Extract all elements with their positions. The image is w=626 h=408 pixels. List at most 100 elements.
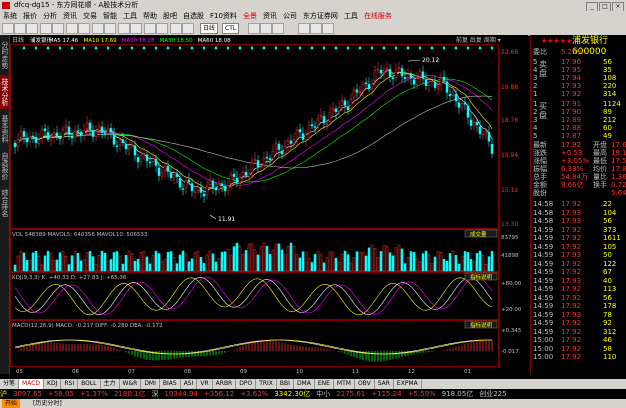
menu-item[interactable]: 工具 <box>341 11 361 21</box>
indicator-tab[interactable]: ENE <box>315 379 334 389</box>
menu-item[interactable]: 交易 <box>80 11 100 21</box>
volume-bar <box>379 251 383 272</box>
indicator-tab[interactable]: RSI <box>61 379 79 389</box>
ctl-select[interactable]: CTL <box>222 23 240 34</box>
menu-item[interactable]: 智能 <box>100 11 120 21</box>
candle-body <box>424 80 428 86</box>
menu-item[interactable]: 系统 <box>0 11 20 21</box>
indicator-tab[interactable]: VR <box>197 379 213 389</box>
menu-item[interactable]: 分析 <box>40 11 60 21</box>
period-select[interactable]: 日线 <box>200 23 219 34</box>
menu-item[interactable]: 自选股 <box>180 11 207 21</box>
left-tab[interactable]: 自选报价 <box>0 149 9 183</box>
left-tab[interactable]: 分时走势 <box>0 38 9 72</box>
indicator-tab[interactable]: DMA <box>294 379 315 389</box>
indicator-tab[interactable]: MACD <box>19 379 45 389</box>
alert-icon[interactable] <box>182 23 194 34</box>
indicator-tab[interactable]: TRIX <box>256 379 277 389</box>
menu-item[interactable]: 东方证券网 <box>300 11 341 21</box>
indicator-tab[interactable]: KDJ <box>44 379 62 389</box>
volume-bar <box>178 254 182 272</box>
forward-icon[interactable] <box>14 23 26 34</box>
indicator-tab[interactable]: MTM <box>334 379 355 389</box>
candle-body <box>253 159 257 161</box>
menu-item[interactable]: 公司 <box>280 11 300 21</box>
volume-bar <box>376 257 380 272</box>
layout-icon[interactable] <box>248 23 260 34</box>
indicator-tab[interactable]: SAR <box>375 379 394 389</box>
tick-row-cell: 46 <box>603 336 612 344</box>
settings-icon[interactable] <box>156 23 168 34</box>
stat-row: 涨幅 +3.05%最低 17.52 <box>531 157 626 165</box>
info-icon[interactable] <box>170 23 182 34</box>
draw-line-icon[interactable] <box>92 23 104 34</box>
chart-header-right[interactable]: 前复 后复 周期 ▾ <box>456 36 501 44</box>
market-status-bar: 沪 3097.65 +58.05 +1.37% 2180.1亿深 10344.94 +356… <box>0 389 626 399</box>
print-icon[interactable] <box>52 23 64 34</box>
full-screen-icon[interactable] <box>272 23 284 34</box>
left-tab[interactable]: 技术分析 <box>0 75 9 109</box>
menu-item[interactable]: 资讯 <box>260 11 280 21</box>
menu-item[interactable]: 在线服务 <box>361 11 395 21</box>
candle-body <box>268 158 272 160</box>
chart-canvas: 日线 浦发银行MA5 17.46 MA10 17.69 MA20 18.28 MA30… <box>10 35 528 375</box>
candle-body <box>16 139 20 147</box>
sell-row-cell: 314 <box>603 90 617 98</box>
candle-body <box>109 128 113 133</box>
menu-item[interactable]: 资讯 <box>60 11 80 21</box>
status-item: 3097.65 <box>13 390 42 398</box>
price-legend: 浦发银行MA5 17.46 MA10 17.69 MA20 18.28 MA30 18… <box>30 36 231 44</box>
menu-item[interactable]: 报价 <box>20 11 40 21</box>
back-icon[interactable] <box>2 23 14 34</box>
window-icon[interactable] <box>260 23 272 34</box>
refresh-icon[interactable] <box>40 23 52 34</box>
home-icon[interactable] <box>26 23 38 34</box>
volume-bar <box>310 262 314 272</box>
menu-item[interactable]: 全景 <box>240 11 260 21</box>
volume-bar <box>154 250 158 272</box>
indicator-tab[interactable]: W&R <box>120 379 142 389</box>
indicator-tab[interactable]: OBV <box>355 379 375 389</box>
tick-row-cell: 17.92 <box>561 344 582 353</box>
chart-icon[interactable] <box>130 23 142 34</box>
trade-icon[interactable] <box>298 23 310 34</box>
help-icon[interactable] <box>322 23 334 34</box>
indicator-tab[interactable]: ASI <box>181 379 198 389</box>
candle-body <box>70 135 74 139</box>
tick-row-cell: 50 <box>603 251 612 259</box>
indicator-tab[interactable]: ARBR <box>213 379 237 389</box>
indicator-tab[interactable]: DMI <box>141 379 160 389</box>
zoom-in-icon[interactable] <box>66 23 78 34</box>
news-icon[interactable] <box>310 23 322 34</box>
indicator-tab[interactable]: DPO <box>236 379 257 389</box>
candle-body <box>487 131 491 142</box>
taskbar-item[interactable]: [历史分时] <box>30 399 65 408</box>
tick-row-cell: 14:59 <box>533 225 554 234</box>
history-icon[interactable] <box>144 23 156 34</box>
left-tab[interactable]: 基本资料 <box>0 112 9 146</box>
zoom-out-icon[interactable] <box>78 23 90 34</box>
menu-item[interactable]: 工具 <box>120 11 140 21</box>
indicator-tab[interactable]: 主力 <box>101 379 120 389</box>
grid-icon[interactable] <box>118 23 130 34</box>
left-tab[interactable]: 综合排名 <box>0 186 9 220</box>
volume-bar <box>382 245 386 272</box>
indicator-tab[interactable]: BIAS <box>160 379 181 389</box>
sell-row: 5 17.96 56 <box>531 58 626 66</box>
candle-body <box>421 71 425 79</box>
indicator-tab[interactable]: 分笔 <box>0 379 20 389</box>
menu-item[interactable]: 帮助 <box>140 11 160 21</box>
tick-row-cell: 312 <box>603 327 617 336</box>
start-button[interactable]: 开始 <box>2 399 21 408</box>
indicator-tab[interactable]: EXPMA <box>394 379 422 389</box>
volume-bar <box>82 259 86 272</box>
menu-item[interactable]: F10资料 <box>207 11 240 21</box>
status-item: 2175.61 <box>336 390 366 398</box>
indicator-tab[interactable]: BOLL <box>78 379 101 389</box>
volume-bar <box>394 247 398 272</box>
menu-item[interactable]: 股吧 <box>160 11 180 21</box>
candle-body <box>199 187 203 193</box>
candle-body <box>397 67 401 69</box>
cursor-icon[interactable] <box>104 23 116 34</box>
indicator-tab[interactable]: BBI <box>277 379 294 389</box>
